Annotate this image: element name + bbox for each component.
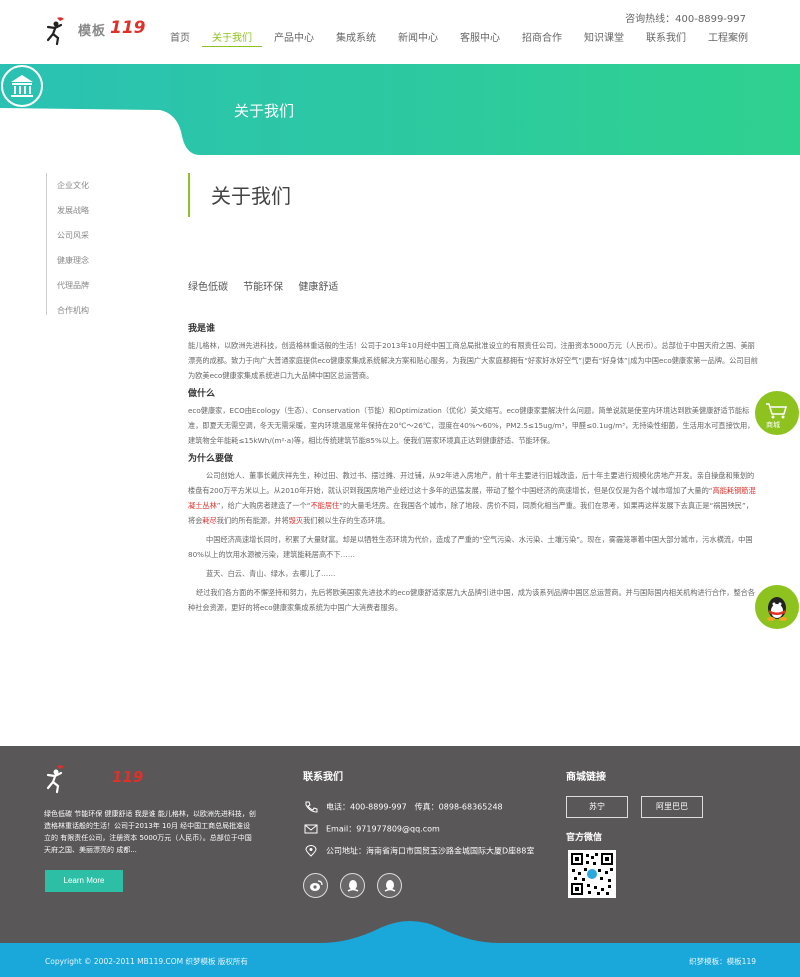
qq-float-button[interactable] xyxy=(754,584,800,630)
site-logo[interactable]: 模板 119 xyxy=(44,14,146,48)
phone-icon xyxy=(305,801,318,813)
sidebar-item[interactable]: 公司风采 xyxy=(47,223,156,248)
page-title: 关于我们 xyxy=(211,184,291,208)
banner-title: 关于我们 xyxy=(234,102,295,120)
qq-icon xyxy=(347,880,359,892)
section-heading: 为什么要做 xyxy=(188,454,234,464)
logo-number: 119 xyxy=(110,18,146,38)
highlight-text: 不能居住 xyxy=(310,501,340,510)
section-text: 公司创始人、董事长戴庆祥先生，种过田、教过书、摆过摊、开过铺，从92年进入房地产… xyxy=(188,468,758,528)
text-run: 我们赖以生存的生态环境。 xyxy=(303,516,390,525)
text-run: 公司创始人、董事长戴庆祥先生，种过田、教过书、摆过摊、开过铺，从92年进入房地产… xyxy=(188,471,755,495)
tagline: 绿色低碳 节能环保 健康舒适 xyxy=(188,278,350,293)
section-text: 能儿格林，以欧洲先进科技，创造格林重话般的生活！公司于2013年10月经中国工商… xyxy=(188,341,758,380)
sidebar-item[interactable]: 发展战略 xyxy=(47,198,156,223)
nav-item[interactable]: 关于我们 xyxy=(202,32,262,47)
section-text: 中国经济高速增长同时，积累了大量财富。却是以牺牲生态环境为代价，造成了严重的“空… xyxy=(188,535,753,559)
highlight-text: 耗尽 xyxy=(202,516,217,525)
weibo-button[interactable] xyxy=(303,873,328,898)
template-credit[interactable]: 织梦模板：模板119 xyxy=(689,956,756,967)
page-banner: 关于我们 xyxy=(0,64,800,155)
mall-float-button[interactable]: 商城 xyxy=(754,390,800,436)
logo-text: 模板 xyxy=(78,24,107,39)
qq-penguin-icon xyxy=(755,585,799,629)
runner-logo-icon xyxy=(46,765,64,794)
mall-link-suning[interactable]: 苏宁 xyxy=(566,796,628,818)
nav-item[interactable]: 客服中心 xyxy=(450,32,510,47)
section-text: eco健康家，ECO由Ecology（生态）、Conservation（节能）和… xyxy=(188,406,755,445)
section-text: 蓝天、白云、青山、绿水，去哪儿了…… xyxy=(206,569,336,578)
tag-item: 健康舒适 xyxy=(298,282,339,293)
qq-icon xyxy=(384,880,396,892)
footer-about-text: 绿色低碳 节能环保 健康舒适 我是谁 能儿格林，以欧洲先进科技，创造格林重话般的… xyxy=(44,810,256,854)
about-sidebar: 企业文化 发展战略 公司风采 健康理念 代理品牌 合作机构 xyxy=(46,173,156,315)
tag-item: 绿色低碳 xyxy=(188,282,228,293)
nav-item[interactable]: 工程案例 xyxy=(698,32,758,47)
mall-link-alibaba[interactable]: 阿里巴巴 xyxy=(641,796,703,818)
banner-background xyxy=(0,64,800,155)
contact-phone: 电话：400-8899-997 传真：0898-68365248 xyxy=(304,801,503,814)
section-heading: 做什么 xyxy=(188,389,216,399)
text-run: 我们的所有能源，并将 xyxy=(216,516,289,525)
sidebar-item[interactable]: 企业文化 xyxy=(47,173,156,198)
nav-item[interactable]: 联系我们 xyxy=(636,32,696,47)
main-nav: 首页 关于我们 产品中心 集成系统 新闻中心 客服中心 招商合作 知识课堂 联系我们 工程案例 xyxy=(160,32,760,47)
footer-logo[interactable]: 119 xyxy=(44,764,144,794)
contact-title: 联系我们 xyxy=(303,772,343,783)
wechat-title: 官方微信 xyxy=(566,833,603,843)
nav-item[interactable]: 新闻中心 xyxy=(388,32,448,47)
contact-address: 公司地址：海南省海口市国贸玉沙路金城国际大厦D座88室 xyxy=(304,845,534,858)
hotline-text: 咨询热线：400-8899-997 xyxy=(625,14,746,25)
runner-logo-icon xyxy=(46,17,64,46)
mall-float-label: 商城 xyxy=(766,421,780,429)
section-text: 经过我们各方面的不懈坚持和努力，先后将欧美国家先进技术的eco健康舒适家居九大品… xyxy=(188,588,756,612)
title-accent-bar xyxy=(188,173,190,217)
page: 模板 119 咨询热线：400-8899-997 首页 关于我们 产品中心 集成系统新… xyxy=(0,0,800,977)
bank-icon xyxy=(1,65,43,107)
article-content: 我是谁 能儿格林，以欧洲先进科技，创造格林重话般的生活！公司于2013年10月经… xyxy=(188,322,758,619)
site-header: 模板 119 咨询热线：400-8899-997 首页 关于我们 产品中心 集成系统新… xyxy=(0,0,800,64)
sidebar-item[interactable]: 健康理念 xyxy=(47,248,156,273)
weibo-icon xyxy=(310,880,323,891)
sidebar-item[interactable]: 合作机构 xyxy=(47,298,156,323)
tag-item: 节能环保 xyxy=(243,282,284,293)
sidebar-item[interactable]: 代理品牌 xyxy=(47,273,156,298)
copyright-text: Copyright © 2002-2011 MB119.COM 织梦模板 版权所… xyxy=(45,957,248,966)
qq-group-button[interactable] xyxy=(377,873,402,898)
copyright-bar: Copyright © 2002-2011 MB119.COM 织梦模板 版权所… xyxy=(0,943,800,977)
nav-item[interactable]: 知识课堂 xyxy=(574,32,634,47)
mail-icon xyxy=(304,824,318,834)
qq-button[interactable] xyxy=(340,873,365,898)
contact-email: Email：971977809@qq.com xyxy=(304,823,440,836)
nav-item[interactable]: 招商合作 xyxy=(512,32,572,47)
nav-item[interactable]: 首页 xyxy=(160,32,200,47)
text-run: ”，给广大购房者建造了一个“ xyxy=(216,501,311,510)
footer-wave xyxy=(0,921,800,944)
phone-text: 电话：400-8899-997 传真：0898-68365248 xyxy=(326,802,503,812)
footer-logo-number: 119 xyxy=(112,768,144,786)
wechat-qr-code xyxy=(568,850,616,898)
email-text: Email：971977809@qq.com xyxy=(326,824,440,834)
highlight-text: 毁灭 xyxy=(288,516,304,525)
address-text: 公司地址：海南省海口市国贸玉沙路金城国际大厦D座88室 xyxy=(326,846,535,856)
learn-more-button[interactable]: Learn More xyxy=(45,870,123,892)
location-pin-icon xyxy=(305,845,317,857)
section-heading: 我是谁 xyxy=(188,324,216,334)
mall-title: 商城链接 xyxy=(566,772,606,783)
nav-item[interactable]: 集成系统 xyxy=(326,32,386,47)
nav-item[interactable]: 产品中心 xyxy=(264,32,324,47)
